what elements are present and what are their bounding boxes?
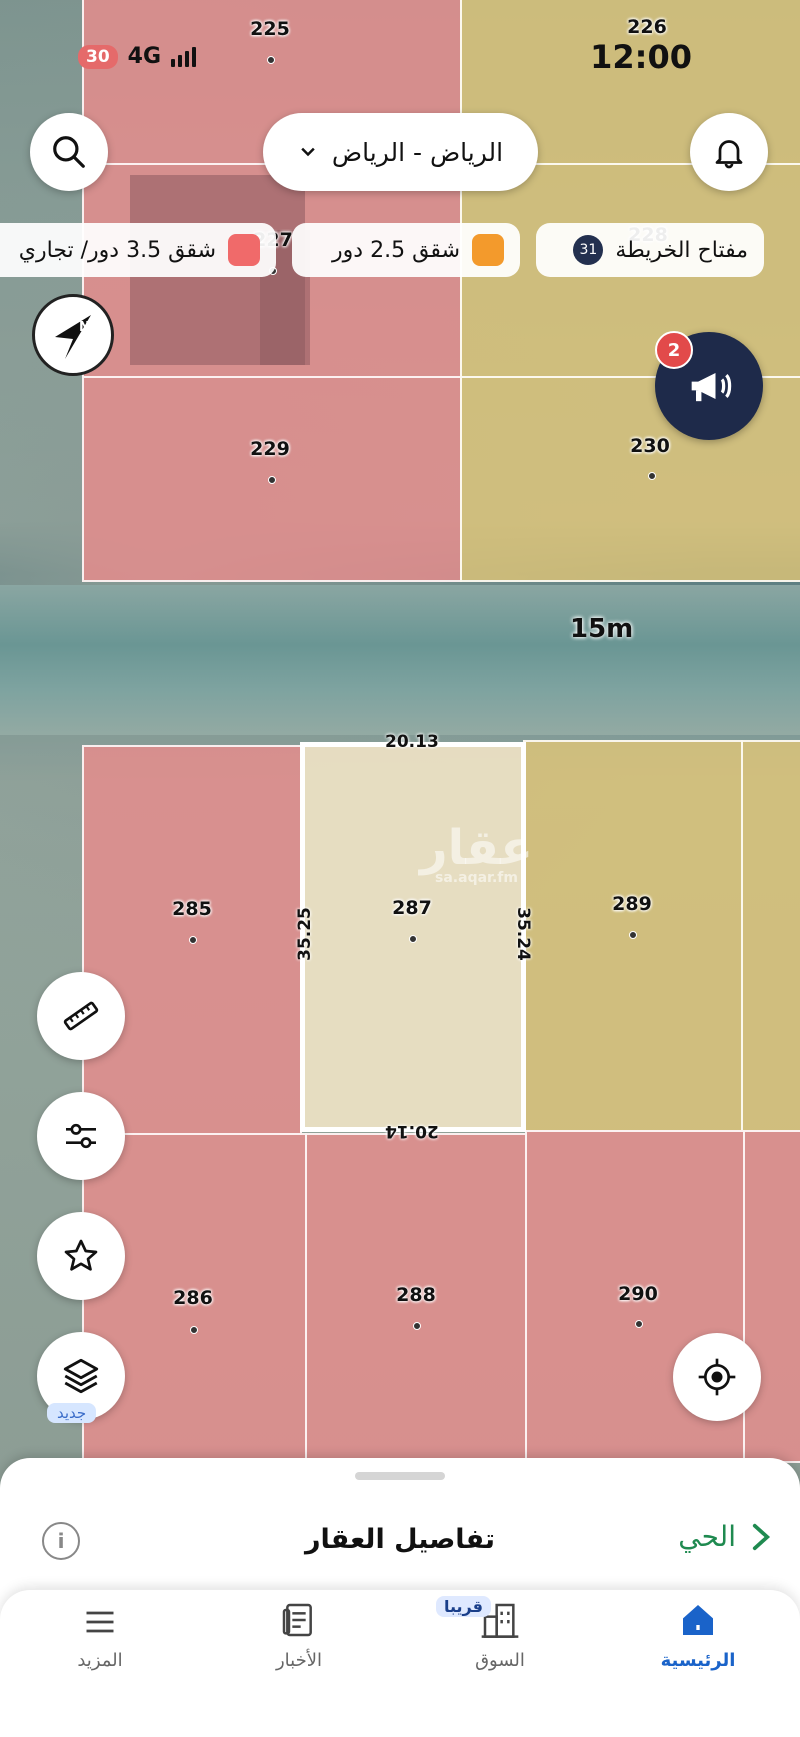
plot-dot: [267, 56, 275, 64]
dimension-right: 35.24: [512, 907, 533, 961]
plot-number: 288: [396, 1284, 436, 1306]
legend-chip-3-5-floors[interactable]: شقق 3.5 دور/ تجاري: [0, 223, 276, 277]
plot-dot: [648, 472, 656, 480]
city-selector[interactable]: الرياض - الرياض: [263, 113, 538, 191]
legend-swatch: [472, 234, 504, 266]
legend-label: شقق 2.5 دور: [332, 237, 460, 263]
news-icon: [282, 1603, 312, 1637]
dimension-top: 20.13: [385, 732, 439, 752]
plot-dot: [413, 1322, 421, 1330]
megaphone-icon: [691, 373, 732, 402]
chevron-right-icon: [752, 1523, 771, 1550]
legend-label: شقق 3.5 دور/ تجاري: [18, 237, 216, 263]
plot-number: 225: [250, 18, 290, 40]
favorites-button[interactable]: [37, 1212, 125, 1300]
signal-icon: [171, 46, 197, 67]
plot-dot: [629, 931, 637, 939]
layers-icon: [63, 1358, 99, 1394]
menu-icon: [86, 1611, 114, 1633]
compass-arrow-icon: N: [55, 315, 91, 359]
tab-more[interactable]: المزيد: [30, 1596, 170, 1671]
neighborhood-link[interactable]: الحي: [678, 1520, 772, 1553]
city-selector-label: الرياض - الرياض: [331, 137, 504, 167]
compass-button[interactable]: N: [32, 294, 114, 376]
plot-number: 290: [618, 1283, 658, 1305]
crosshair-icon: [698, 1358, 736, 1396]
sheet-drag-handle[interactable]: [355, 1472, 445, 1480]
dimension-bottom: 20.14: [385, 1121, 439, 1141]
map-key-button[interactable]: مفتاح الخريطة 31: [536, 223, 764, 277]
plot-dot: [190, 1326, 198, 1334]
new-badge: جديد: [47, 1403, 97, 1423]
tab-home[interactable]: الرئيسية: [628, 1596, 768, 1671]
plot-number: 230: [630, 435, 670, 457]
plot-dot: [635, 1320, 643, 1328]
parcel-adjacent[interactable]: [741, 740, 800, 1132]
map-key-count: 31: [573, 235, 604, 265]
plot-number: 229: [250, 438, 290, 460]
plot-number: 285: [172, 898, 212, 920]
tab-label: الرئيسية: [660, 1650, 736, 1671]
plot-dot: [409, 935, 417, 943]
status-clock: 12:00: [590, 38, 692, 76]
map-key-label: مفتاح الخريطة: [615, 237, 748, 263]
road-strip: [0, 585, 800, 735]
plot-number: 226: [627, 16, 667, 38]
notifications-button[interactable]: [690, 113, 768, 191]
tab-label: السوق: [475, 1650, 525, 1671]
svg-text:N: N: [79, 320, 90, 335]
ruler-icon: [63, 1001, 99, 1031]
measure-button[interactable]: [37, 972, 125, 1060]
announcement-count-badge: 2: [655, 331, 693, 369]
legend-swatch: [228, 234, 260, 266]
dimension-left: 35.25: [294, 907, 315, 961]
filter-button[interactable]: [37, 1092, 125, 1180]
neighborhood-link-label: الحي: [678, 1520, 736, 1553]
star-icon: [64, 1239, 98, 1271]
parcel-adjacent[interactable]: [743, 1130, 800, 1463]
battery-indicator: 30: [78, 44, 118, 69]
plot-number: 286: [173, 1287, 213, 1309]
chevron-down-icon: [301, 147, 315, 157]
network-type: 4G: [127, 44, 162, 69]
bell-icon: [715, 140, 743, 169]
plot-dot: [189, 936, 197, 944]
plot-dot: [268, 476, 276, 484]
status-bar-left: 30 4G: [78, 44, 197, 69]
legend-chip-2-5-floors[interactable]: شقق 2.5 دور: [292, 223, 520, 277]
tab-news[interactable]: الأخبار: [229, 1596, 369, 1671]
locate-me-button[interactable]: [673, 1333, 761, 1421]
coming-soon-badge: قريبا: [436, 1596, 491, 1617]
tab-label: المزيد: [77, 1650, 123, 1671]
road-width-label: 15m: [570, 614, 634, 644]
search-button[interactable]: [30, 113, 108, 191]
tab-label: الأخبار: [275, 1650, 322, 1671]
plot-number: 287: [392, 897, 432, 919]
sliders-icon: [66, 1123, 96, 1149]
search-icon: [53, 136, 85, 168]
home-icon: [683, 1605, 713, 1635]
watermark: عقار sa.aqar.fm: [420, 820, 533, 886]
plot-number: 289: [612, 893, 652, 915]
